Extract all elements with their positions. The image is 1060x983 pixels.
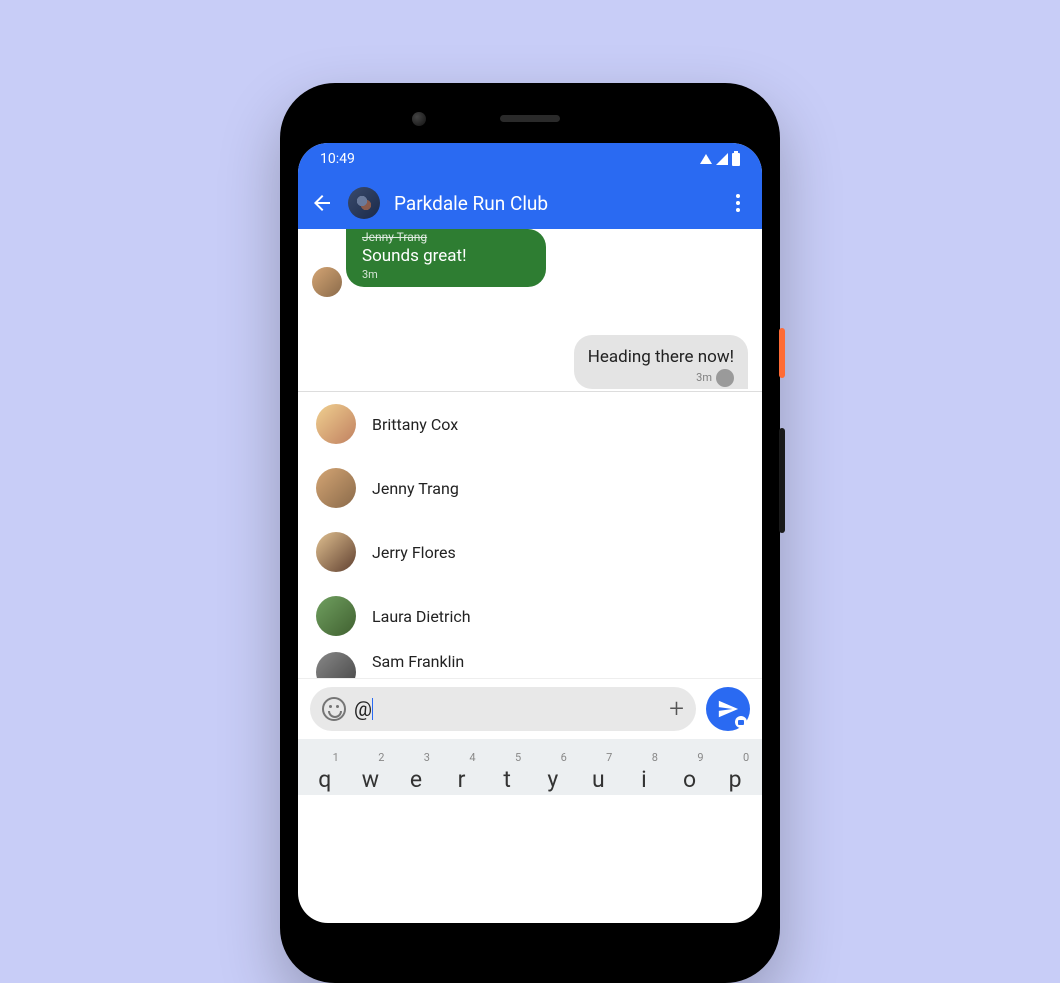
chat-header: Parkdale Run Club xyxy=(298,175,762,231)
key-r[interactable]: 4r xyxy=(442,749,482,795)
emoji-picker-icon[interactable] xyxy=(322,697,346,721)
status-time: 10:49 xyxy=(320,151,355,167)
avatar xyxy=(316,596,356,636)
mention-suggestion-item[interactable]: Sam Franklin xyxy=(298,648,762,678)
message-bubble-outgoing[interactable]: Heading there now! 3m xyxy=(574,335,748,389)
message-time: 3m xyxy=(362,268,530,281)
key-i[interactable]: 8i xyxy=(624,749,664,795)
earpiece-speaker xyxy=(500,115,560,122)
group-avatar[interactable] xyxy=(348,187,380,219)
wifi-icon xyxy=(700,154,712,164)
key-e[interactable]: 3e xyxy=(396,749,436,795)
more-options-button[interactable] xyxy=(726,194,750,212)
arrow-left-icon xyxy=(310,191,334,215)
status-icons xyxy=(700,153,740,166)
lock-icon xyxy=(735,716,747,728)
avatar xyxy=(316,652,356,678)
contact-name: Laura Dietrich xyxy=(372,607,471,626)
key-o[interactable]: 9o xyxy=(670,749,710,795)
message-input[interactable]: @ + xyxy=(310,687,696,731)
read-receipt-avatar xyxy=(716,369,734,387)
soft-keyboard: 1q 2w 3e 4r 5t 6y 7u 8i 9o 0p xyxy=(298,739,762,795)
cell-signal-icon xyxy=(716,153,728,165)
keyboard-row: 1q 2w 3e 4r 5t 6y 7u 8i 9o 0p xyxy=(302,749,758,795)
key-y[interactable]: 6y xyxy=(533,749,573,795)
power-button xyxy=(779,328,785,378)
input-text[interactable]: @ xyxy=(354,697,661,721)
message-text: Sounds great! xyxy=(362,246,530,266)
contact-name: Sam Franklin xyxy=(372,652,464,671)
mention-suggestion-item[interactable]: Jenny Trang xyxy=(298,456,762,520)
mention-suggestion-item[interactable]: Laura Dietrich xyxy=(298,584,762,648)
key-p[interactable]: 0p xyxy=(715,749,755,795)
message-sender: Jenny Trang xyxy=(362,230,530,244)
battery-icon xyxy=(732,153,740,166)
phone-frame: 10:49 Parkdale Run Club xyxy=(280,83,780,983)
attach-icon[interactable]: + xyxy=(669,694,684,724)
send-button[interactable] xyxy=(706,687,750,731)
avatar xyxy=(316,404,356,444)
volume-button xyxy=(779,428,785,533)
mention-suggestion-item[interactable]: Brittany Cox xyxy=(298,392,762,456)
contact-name: Jerry Flores xyxy=(372,543,456,562)
message-composer: @ + xyxy=(298,678,762,739)
contact-name: Brittany Cox xyxy=(372,415,458,434)
chat-title[interactable]: Parkdale Run Club xyxy=(394,192,712,215)
message-text: Heading there now! xyxy=(588,347,734,367)
message-time: 3m xyxy=(588,369,734,387)
back-button[interactable] xyxy=(310,191,334,215)
message-list[interactable]: Jenny Trang Sounds great! 3m Heading the… xyxy=(298,229,762,391)
text-cursor xyxy=(372,698,374,720)
avatar xyxy=(316,532,356,572)
status-bar: 10:49 xyxy=(298,143,762,175)
key-q[interactable]: 1q xyxy=(305,749,345,795)
send-icon xyxy=(717,698,739,720)
mention-suggestion-list: Brittany Cox Jenny Trang Jerry Flores La… xyxy=(298,392,762,678)
contact-name: Jenny Trang xyxy=(372,479,459,498)
front-camera xyxy=(412,112,426,126)
screen: 10:49 Parkdale Run Club xyxy=(298,143,762,923)
avatar xyxy=(316,468,356,508)
message-bubble-incoming[interactable]: Jenny Trang Sounds great! 3m xyxy=(346,229,546,287)
mention-suggestion-item[interactable]: Jerry Flores xyxy=(298,520,762,584)
key-t[interactable]: 5t xyxy=(487,749,527,795)
key-u[interactable]: 7u xyxy=(578,749,618,795)
key-w[interactable]: 2w xyxy=(350,749,390,795)
message-avatar[interactable] xyxy=(312,267,342,297)
